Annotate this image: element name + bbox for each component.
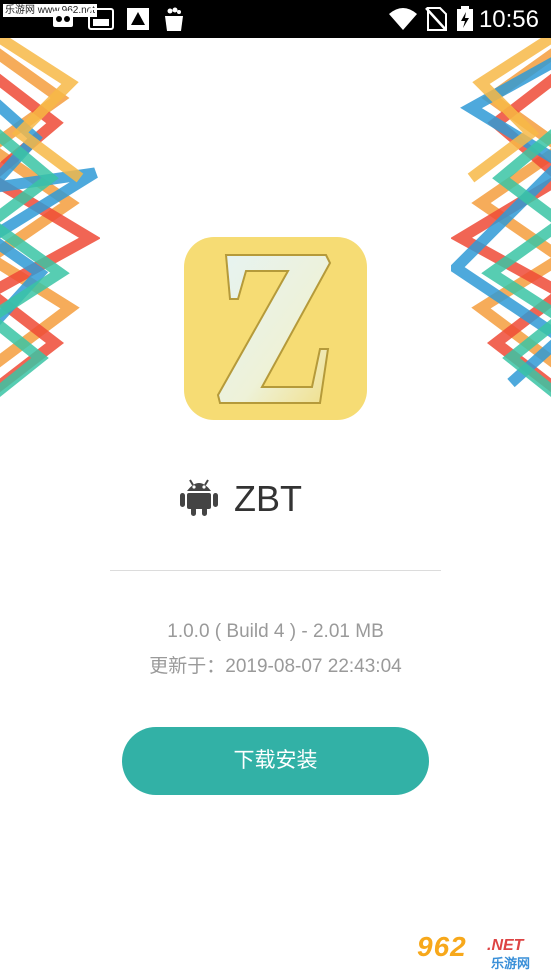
version-info: 1.0.0 ( Build 4 ) - 2.01 MB (167, 621, 384, 642)
watermark-number: 962 (417, 931, 467, 962)
wifi-icon (389, 8, 417, 30)
updated-time: 更新于：2019-08-07 22:43:04 (149, 656, 402, 677)
app-store-icon (88, 8, 114, 30)
divider (110, 570, 441, 571)
bag-icon (165, 7, 183, 31)
no-sim-icon (425, 7, 447, 31)
watermark-cn: 乐游网 (491, 956, 531, 971)
decorative-pattern-left (0, 38, 100, 398)
sailing-icon (127, 8, 149, 30)
download-install-button[interactable]: 下载安装 (122, 727, 429, 795)
status-time: 10:56 (478, 6, 539, 33)
decorative-pattern-right (451, 38, 551, 398)
status-bar: 乐游网 www.962.net 10:56 (0, 0, 551, 38)
android-icon (180, 479, 218, 516)
watermark-top-text: 乐游网 www.962.net (3, 4, 98, 17)
app-name-row: ZBT (0, 475, 551, 523)
app-icon (184, 237, 367, 420)
battery-charging-icon (457, 6, 473, 31)
games-icon (53, 11, 73, 27)
watermark-logo: 962 .NET 乐游网 (409, 931, 545, 971)
app-logo-z-icon (216, 254, 332, 404)
app-name: ZBT (234, 478, 302, 519)
